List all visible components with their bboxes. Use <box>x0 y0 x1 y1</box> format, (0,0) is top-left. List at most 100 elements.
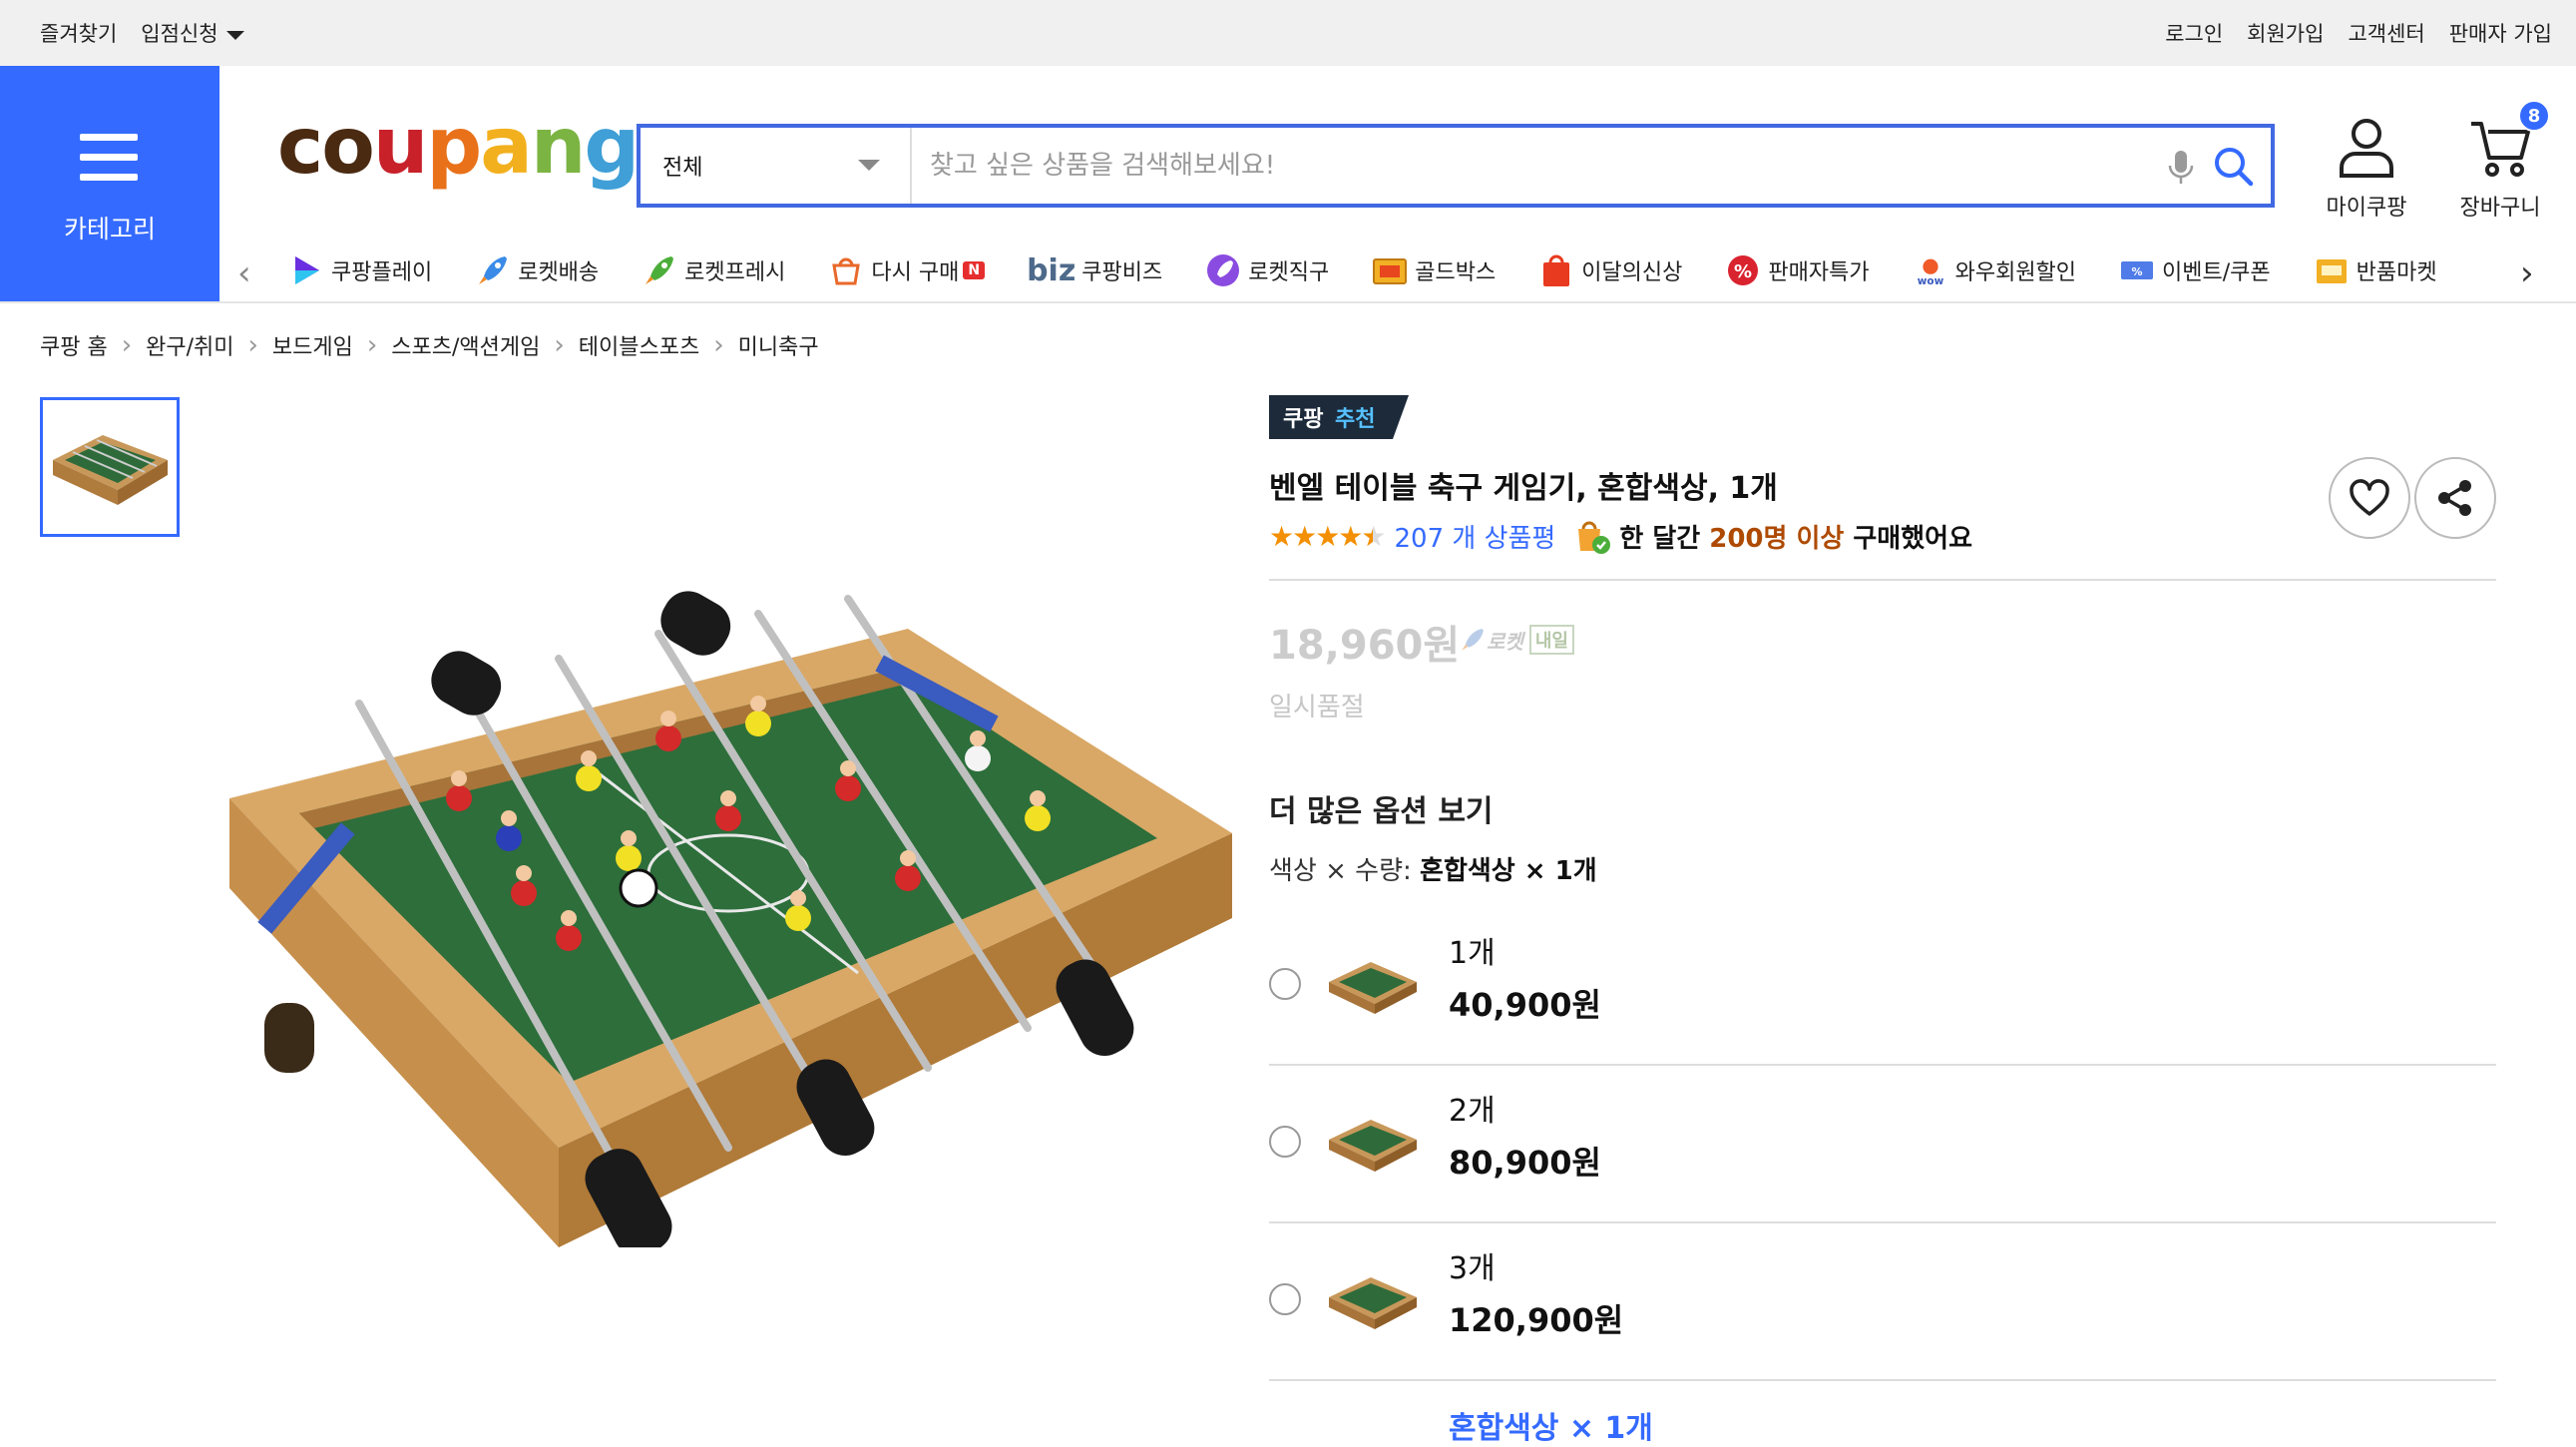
search-category-value: 전체 <box>662 156 703 181</box>
nav-item-coupang-play[interactable]: 쿠팡플레이 <box>287 251 432 289</box>
wishlist-button[interactable] <box>2329 457 2410 539</box>
nav-item-coupang-biz[interactable]: biz 쿠팡비즈 <box>1027 253 1162 288</box>
search-icon[interactable] <box>2209 142 2259 192</box>
breadcrumb-item[interactable]: 테이블스포츠 <box>579 329 699 361</box>
top-bar-right: 로그인 회원가입 고객센터 판매자 가입 <box>2165 0 2552 66</box>
breadcrumb-item[interactable]: 스포츠/액션게임 <box>391 329 540 361</box>
product-title: 벤엘 테이블 축구 게임기, 혼합색상, 1개 <box>1269 471 1778 506</box>
nav-item-wow-discount[interactable]: wow 와우회원할인 <box>1912 251 2076 289</box>
login-link[interactable]: 로그인 <box>2165 18 2223 48</box>
coupang-recommend-badge: 쿠팡 추천 <box>1269 395 1409 439</box>
coupang-logo[interactable]: coupang <box>277 108 640 186</box>
cart-count-badge: 8 <box>2518 100 2550 132</box>
nav-item-goldbox[interactable]: 골드박스 <box>1371 251 1496 289</box>
option-product-image <box>1329 1277 1417 1329</box>
rocket-label: 로켓 <box>1487 629 1523 654</box>
option-quantity: 1개 <box>1449 936 1496 971</box>
rebuy-icon <box>827 251 865 289</box>
star-rating-icon[interactable]: ★★★★★★ <box>1269 520 1387 553</box>
bought-suffix: 구매했어요 <box>1853 523 1972 554</box>
nav-item-seller-deal[interactable]: % 판매자특가 <box>1724 251 1870 289</box>
breadcrumb-item[interactable]: 완구/취미 <box>146 329 233 361</box>
bookmark-link[interactable]: 즐겨찾기 <box>40 18 117 48</box>
service-nav-items: 쿠팡플레이 로켓배송 로켓프레시 다시 구매 N biz 쿠팡비즈 로켓직구 골… <box>287 240 2437 301</box>
foosball-thumbnail-image <box>53 435 168 505</box>
breadcrumb-home[interactable]: 쿠팡 홈 <box>40 329 108 361</box>
play-icon <box>287 251 325 289</box>
option-quantity: 3개 <box>1449 1251 1496 1286</box>
option-radio[interactable] <box>1269 1126 1301 1158</box>
chevron-right-icon: › <box>366 330 378 360</box>
chevron-right-icon: › <box>121 330 133 360</box>
stock-status: 일시품절 <box>1269 693 1365 723</box>
svg-text:wow: wow <box>1917 275 1943 287</box>
option-radio[interactable] <box>1269 1283 1301 1315</box>
nav-item-new-arrivals[interactable]: 이달의신상 <box>1537 251 1682 289</box>
option-product-image <box>1329 962 1417 1014</box>
service-nav: ‹ 쿠팡플레이 로켓배송 로켓프레시 다시 구매 N biz 쿠팡비즈 로켓직구 <box>219 240 2576 301</box>
goldbox-icon <box>1371 251 1409 289</box>
header-divider <box>0 301 2576 303</box>
chevron-right-icon[interactable]: › <box>2520 253 2534 293</box>
nav-item-return-market[interactable]: 반품마켓 <box>2313 251 2437 289</box>
breadcrumb: 쿠팡 홈 › 완구/취미 › 보드게임 › 스포츠/액션게임 › 테이블스포츠 … <box>40 329 819 361</box>
svg-text:%: % <box>2132 265 2143 278</box>
option-radio[interactable] <box>1269 968 1301 1000</box>
nav-item-rocket-delivery[interactable]: 로켓배송 <box>474 251 599 289</box>
nav-item-rebuy[interactable]: 다시 구매 N <box>827 251 986 289</box>
share-button[interactable] <box>2414 457 2496 539</box>
chevron-right-icon: › <box>554 330 565 360</box>
breadcrumb-item[interactable]: 보드게임 <box>272 329 353 361</box>
cart-button[interactable]: 장바구니 <box>2440 116 2560 222</box>
option-row[interactable]: 2개 80,900원 <box>1269 1066 2496 1223</box>
product-thumbnail[interactable] <box>40 397 180 537</box>
review-count-link[interactable]: 207 개 상품평 <box>1395 518 1556 555</box>
nav-item-event-coupon[interactable]: % 이벤트/쿠폰 <box>2118 251 2271 289</box>
partner-signup-dropdown[interactable]: 입점신청 <box>141 18 244 48</box>
next-option-label[interactable]: 혼합색상 × 1개 <box>1449 1403 1653 1447</box>
top-bar-left: 즐겨찾기 입점신청 <box>40 0 244 66</box>
chevron-right-icon: › <box>713 330 724 360</box>
option-divider <box>1269 1379 2496 1381</box>
hamburger-icon <box>80 134 138 194</box>
more-options-title: 더 많은 옵션 보기 <box>1269 794 1494 829</box>
signup-link[interactable]: 회원가입 <box>2247 18 2324 48</box>
nav-item-label: 로켓프레시 <box>684 260 786 285</box>
my-coupang-button[interactable]: 마이쿠팡 <box>2307 116 2426 222</box>
svg-text:%: % <box>1734 261 1752 282</box>
chevron-left-icon[interactable]: ‹ <box>237 253 251 293</box>
nav-item-label: 쿠팡플레이 <box>331 260 433 285</box>
info-divider <box>1269 579 2496 581</box>
selected-option-line: 색상 × 수량: 혼합색상 × 1개 <box>1269 850 1597 887</box>
nav-item-label: 이달의신상 <box>1581 260 1683 285</box>
nav-item-rocket-fresh[interactable]: 로켓프레시 <box>641 251 785 289</box>
breadcrumb-item[interactable]: 미니축구 <box>738 329 819 361</box>
nav-item-label: 로켓직구 <box>1248 260 1330 285</box>
option-row[interactable]: 3개 120,900원 <box>1269 1223 2496 1381</box>
search-input[interactable] <box>930 138 2147 194</box>
wow-icon: wow <box>1912 251 1949 289</box>
customer-center-link[interactable]: 고객센터 <box>2348 18 2424 48</box>
rocket-icon <box>474 251 512 289</box>
share-icon <box>2438 480 2471 516</box>
nav-item-label: 쿠팡비즈 <box>1081 260 1163 285</box>
option-row[interactable]: 1개 40,900원 <box>1269 908 2496 1066</box>
option-product-image <box>1329 1120 1417 1172</box>
nav-item-label: 반품마켓 <box>2356 260 2437 285</box>
search-category-select[interactable]: 전체 <box>641 128 912 204</box>
option-price: 80,900원 <box>1449 1144 1601 1182</box>
user-icon <box>2340 119 2393 178</box>
return-market-icon <box>2313 251 2351 289</box>
seller-signup-link[interactable]: 판매자 가입 <box>2449 18 2552 48</box>
rating-row: ★★★★★★ 207 개 상품평 한 달간 200명 이상 구매했어요 <box>1269 517 1972 555</box>
nav-item-label: 이벤트/쿠폰 <box>2162 260 2271 285</box>
category-menu-button[interactable]: 카테고리 <box>0 66 219 303</box>
biz-icon: biz <box>1027 252 1076 288</box>
nav-item-rocket-global[interactable]: 로켓직구 <box>1204 251 1329 289</box>
badge-left-text: 쿠팡 <box>1283 407 1323 432</box>
chevron-right-icon: › <box>247 330 258 360</box>
top-utility-bar: 즐겨찾기 입점신청 로그인 회원가입 고객센터 판매자 가입 <box>0 0 2576 66</box>
microphone-icon[interactable] <box>2161 148 2201 188</box>
caret-down-icon <box>225 30 244 40</box>
badge-right-text: 추천 <box>1335 407 1375 432</box>
